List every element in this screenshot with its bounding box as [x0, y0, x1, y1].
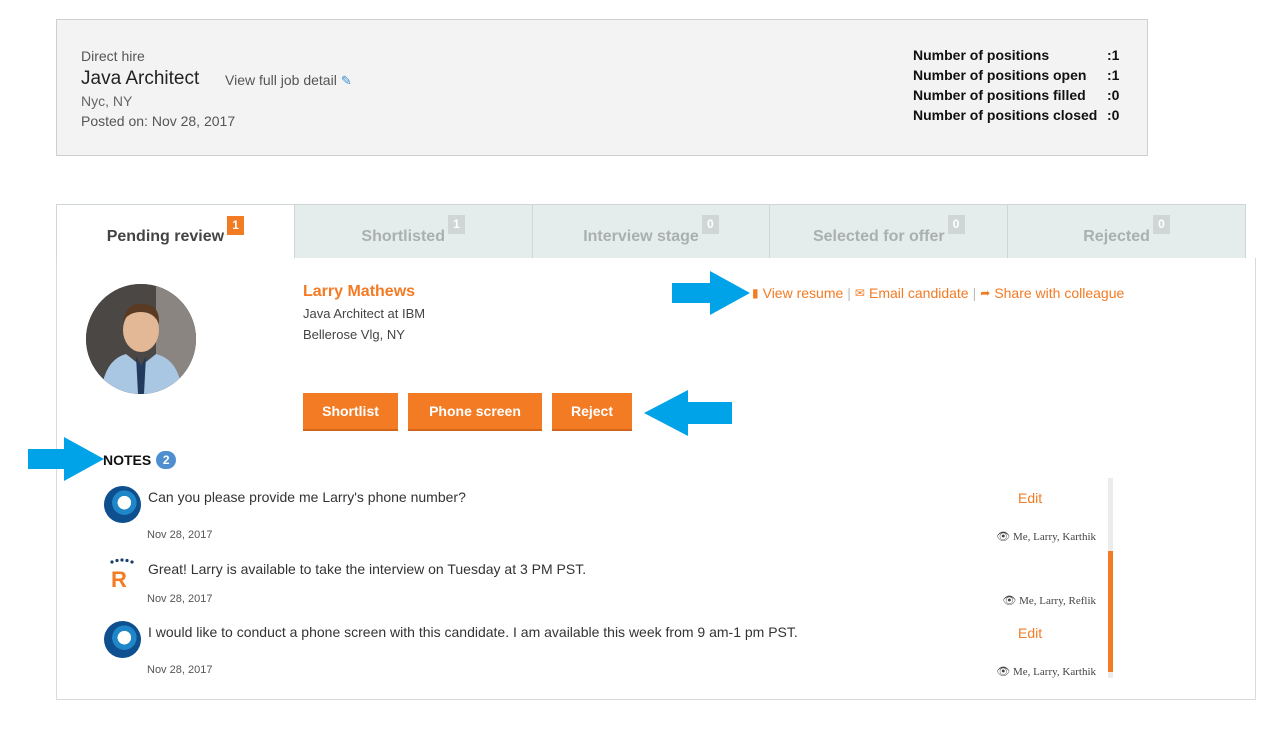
- note-author-avatar: [104, 621, 141, 658]
- stat-value: :1: [1107, 67, 1120, 83]
- arrow-right-icon: [672, 271, 750, 315]
- tab-label: Rejected: [1083, 227, 1150, 245]
- candidate-avatar: [86, 284, 196, 394]
- candidate-name[interactable]: Larry Mathews: [303, 283, 415, 301]
- stat-row: Number of positions :1: [913, 47, 1119, 67]
- eye-icon: 👁: [996, 531, 1014, 543]
- shortlist-button[interactable]: Shortlist: [303, 393, 398, 429]
- arrow-left-icon: [644, 390, 732, 436]
- job-type: Direct hire: [81, 48, 145, 64]
- tab-pending-review[interactable]: Pending review 1: [56, 204, 295, 259]
- note-text: I would like to conduct a phone screen w…: [148, 624, 798, 640]
- stat-value: :0: [1107, 87, 1120, 103]
- note-visibility: 👁 Me, Larry, Reflik: [1002, 594, 1096, 607]
- arrow-right-icon: [28, 437, 104, 481]
- stat-value: :0: [1107, 107, 1120, 123]
- note-edit-link[interactable]: Edit: [1018, 625, 1042, 641]
- job-title: Java Architect: [81, 68, 200, 89]
- job-posted-date: Posted on: Nov 28, 2017: [81, 113, 236, 129]
- positions-stats: Number of positions :1 Number of position…: [913, 47, 1119, 127]
- note-visibility-label: Me, Larry, Reflik: [1019, 595, 1096, 607]
- link-separator: |: [972, 285, 977, 301]
- view-job-detail-label[interactable]: View full job detail: [225, 72, 337, 88]
- job-summary-card: Direct hire Java Architect View full job…: [56, 19, 1148, 156]
- note-edit-link[interactable]: Edit: [1018, 490, 1042, 506]
- note-visibility-label: Me, Larry, Karthik: [1013, 666, 1096, 678]
- pencil-icon[interactable]: ✎: [341, 73, 352, 89]
- share-with-colleague-link[interactable]: Share with colleague: [994, 285, 1124, 301]
- tab-count-badge: 1: [227, 215, 245, 235]
- avatar-letter: R: [111, 567, 127, 592]
- stat-row: Number of positions closed :0: [913, 107, 1119, 127]
- stat-label: Number of positions: [913, 47, 1050, 63]
- tab-label: Shortlisted: [361, 227, 445, 245]
- tab-selected-for-offer[interactable]: Selected for offer 0: [770, 204, 1009, 259]
- eye-icon: 👁: [996, 666, 1014, 678]
- tab-label: Pending review: [106, 228, 225, 245]
- note-item: Can you please provide me Larry's phone …: [104, 486, 1104, 546]
- phone-screen-button[interactable]: Phone screen: [408, 393, 542, 429]
- stat-label: Number of positions filled: [913, 87, 1086, 103]
- stat-label: Number of positions closed: [913, 107, 1098, 123]
- reflik-logo-icon: R: [110, 558, 134, 592]
- notes-heading: NOTES 2: [103, 451, 177, 469]
- view-job-detail-link[interactable]: View full job detail ✎: [225, 72, 352, 89]
- tab-count-badge: 0: [1152, 215, 1170, 234]
- pipeline-tabs: Pending review 1 Shortlisted 1 Interview s…: [56, 204, 1246, 259]
- note-date: Nov 28, 2017: [147, 593, 213, 605]
- stat-label: Number of positions open: [913, 67, 1087, 83]
- note-date: Nov 28, 2017: [147, 529, 213, 541]
- tab-rejected[interactable]: Rejected 0: [1008, 204, 1246, 259]
- stat-row: Number of positions filled :0: [913, 87, 1119, 107]
- eye-icon: 👁: [1002, 595, 1020, 607]
- envelope-icon[interactable]: ✉: [855, 286, 865, 300]
- candidate-role: Java Architect at IBM: [303, 306, 426, 321]
- link-separator: |: [847, 285, 851, 301]
- note-visibility: 👁 Me, Larry, Karthik: [996, 665, 1096, 678]
- tab-label: Interview stage: [583, 227, 699, 245]
- note-text: Great! Larry is available to take the in…: [148, 561, 587, 577]
- tab-count-badge: 0: [947, 215, 965, 234]
- view-resume-link[interactable]: View resume: [763, 285, 844, 301]
- tab-count-badge: 1: [447, 215, 465, 234]
- stat-value: :1: [1107, 47, 1120, 63]
- notes-title: NOTES: [103, 452, 152, 468]
- notes-count-badge: 2: [156, 451, 177, 469]
- tab-label: Selected for offer: [812, 227, 945, 245]
- tab-shortlisted[interactable]: Shortlisted 1: [294, 204, 533, 259]
- note-visibility: 👁 Me, Larry, Karthik: [996, 530, 1096, 543]
- note-author-avatar: R: [104, 558, 141, 595]
- note-author-avatar: [104, 486, 141, 523]
- stat-row: Number of positions open :1: [913, 67, 1119, 87]
- candidate-photo: [86, 284, 196, 394]
- note-date: Nov 28, 2017: [147, 664, 213, 676]
- job-location: Nyc, NY: [81, 93, 133, 109]
- candidate-location: Bellerose Vlg, NY: [303, 327, 405, 342]
- share-icon[interactable]: ➦: [980, 286, 990, 300]
- note-item: I would like to conduct a phone screen w…: [104, 621, 1104, 681]
- note-item: R Great! Larry is available to take the …: [104, 558, 1104, 608]
- reject-button[interactable]: Reject: [552, 393, 632, 429]
- candidate-action-links: ▮ View resume | ✉ Email candidate | ➦ Sh…: [752, 285, 1124, 301]
- tab-interview-stage[interactable]: Interview stage 0: [532, 204, 771, 259]
- note-visibility-label: Me, Larry, Karthik: [1013, 531, 1096, 543]
- tab-count-badge: 0: [701, 215, 719, 234]
- document-icon[interactable]: ▮: [752, 286, 759, 300]
- notes-scrollbar-thumb[interactable]: [1108, 551, 1113, 672]
- note-text: Can you please provide me Larry's phone …: [148, 489, 466, 505]
- email-candidate-link[interactable]: Email candidate: [869, 285, 969, 301]
